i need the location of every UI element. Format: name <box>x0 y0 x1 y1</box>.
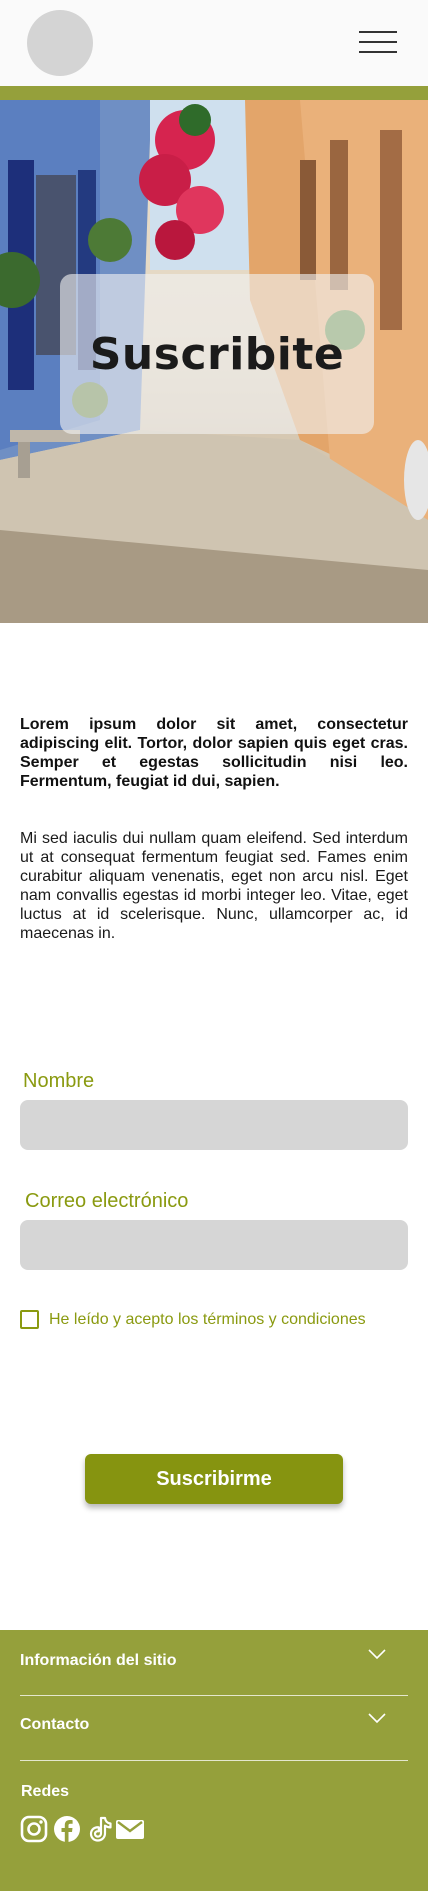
footer-contact-label: Contacto <box>20 1716 90 1733</box>
header <box>0 0 428 86</box>
footer-divider <box>20 1760 408 1761</box>
footer-social-title: Redes <box>21 1783 70 1800</box>
intro-paragraph: Lorem ipsum dolor sit amet, consectetur … <box>20 716 408 790</box>
name-input[interactable] <box>20 1100 408 1150</box>
hero-title: Suscribite <box>89 328 345 380</box>
terms-label: He leído y acepto los términos y condici… <box>49 1311 366 1328</box>
logo-placeholder[interactable] <box>27 10 93 76</box>
mail-icon[interactable] <box>115 1815 145 1843</box>
name-label: Nombre <box>23 1070 95 1092</box>
footer-site-info-accordion[interactable]: Información del sitio <box>20 1630 408 1694</box>
body-paragraph: Mi sed iaculis dui nullam quam eleifend.… <box>20 830 408 942</box>
terms-checkbox[interactable] <box>20 1310 39 1329</box>
footer-site-info-label: Información del sitio <box>20 1652 177 1669</box>
email-input[interactable] <box>20 1220 408 1270</box>
footer-contact-accordion[interactable]: Contacto <box>20 1694 408 1758</box>
hamburger-menu-icon[interactable] <box>357 26 399 56</box>
chevron-down-icon <box>368 1649 386 1660</box>
chevron-down-icon <box>368 1713 386 1724</box>
email-label: Correo electrónico <box>25 1190 189 1212</box>
facebook-icon[interactable] <box>53 1815 81 1843</box>
tiktok-icon[interactable] <box>86 1815 114 1843</box>
hero-title-card: Suscribite <box>60 274 374 434</box>
hero-banner: Suscribite <box>0 100 428 623</box>
instagram-icon[interactable] <box>20 1815 48 1843</box>
subscribe-button[interactable]: Suscribirme <box>85 1454 343 1504</box>
header-accent-strip <box>0 86 428 100</box>
